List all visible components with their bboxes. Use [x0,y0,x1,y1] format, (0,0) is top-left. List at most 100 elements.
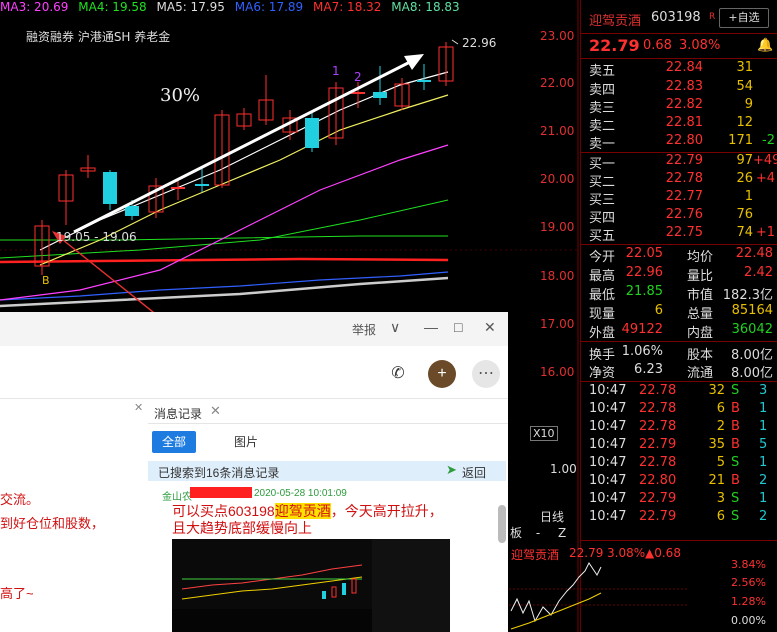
stat-row: 净资 6.23 流通 8.00亿 [589,362,773,381]
volume-scale-button[interactable]: X10 [530,426,558,441]
ma8-label: MA8: 18.83 [391,0,460,14]
gain-annotation: 30% [160,85,201,106]
tick-row: 10:47 22.78 2 B 1 [589,419,768,434]
mini-price: 22.79 [569,546,604,560]
tick-row: 10:47 22.79 6 S 2 [589,509,768,524]
tick-row: 10:47 22.79 35 B 5 [589,437,768,452]
price-tick: 17.00 [540,317,575,331]
tick-row: 10:47 22.78 6 B 1 [589,401,768,416]
tab-message-history[interactable]: 消息记录 [154,405,202,422]
price-tick: 20.00 [540,172,575,186]
stock-name: 迎驾贡酒 [589,14,642,29]
price-tick: 23.00 [540,29,575,43]
buy-mark: B [42,274,50,287]
bell-icon[interactable]: 🔔 [757,38,773,53]
close-icon[interactable]: ✕ [210,403,221,419]
chat-text-line: 到好仓位和股数， [0,516,105,531]
bid-row: 买四 22.76 76 [589,207,753,226]
message-history-pane: 消息记录 ✕ 全部 图片 已搜索到16条消息记录 ➤ 返回 金山农 2020-0… [148,399,508,632]
stat-row: 现量 6 总量 85164 [589,303,773,322]
chevron-down-icon[interactable]: ∨ [390,319,400,336]
bid-row: 买一 22.79 97 +49 [589,153,777,172]
low-range-label: 19.05 - 19.06 [56,230,137,244]
back-arrow-icon[interactable]: ➤ [446,462,457,478]
stock-code: 603198 [651,10,701,25]
chat-toolbar: ✆ + ⋯ [0,346,508,399]
period-daily-label[interactable]: 日线 [540,508,564,525]
sender-name: 金山农 [162,492,192,503]
margin-badge: R [709,12,716,22]
stat-row: 外盘 49122 内盘 36042 [589,322,773,341]
tick-row: 10:47 22.79 3 S 1 [589,491,768,506]
price-tick: 22.00 [540,76,575,90]
message-timestamp: 2020-05-28 10:01:09 [254,488,347,499]
message-text[interactable]: 可以买点603198迎驾贡酒，今天高开拉升，且大趋势底部缓慢向上 [172,503,452,537]
board-button[interactable]: 板 [510,526,522,540]
mini-scale: 0.00% [731,614,766,627]
ma7-label: MA7: 18.32 [313,0,382,14]
wave-mark-1: 1 [332,64,340,78]
ask-row: 卖二 22.81 12 [589,115,753,134]
bid-row: 买三 22.77 1 [589,189,753,208]
price-tick: 18.00 [540,269,575,283]
mini-toolbar: 板 - Z [510,524,566,541]
price-tick: 16.00 [540,365,575,379]
minus-button[interactable]: - [536,526,540,540]
minimize-icon[interactable]: — [424,319,438,335]
stat-row: 最低 21.85 市值 182.3亿 [589,284,773,303]
close-icon[interactable]: ✕ [484,319,496,336]
ma4-label: MA4: 19.58 [78,0,147,14]
price-change: 0.68 [643,38,672,53]
tick-row: 10:47 22.78 32 S 3 [589,383,768,398]
mini-pct: 3.08% [607,546,646,560]
ask-row: 卖四 22.83 54 [589,79,753,98]
mini-stock-name: 迎驾贡酒 [511,548,560,562]
phone-icon[interactable]: ✆ [384,360,412,388]
last-price: 22.79 [589,36,640,55]
bid-row: 买五 22.75 74 +1 [589,225,775,244]
maximize-icon[interactable]: □ [454,319,462,335]
filter-image-button[interactable]: 图片 [234,433,258,450]
add-watchlist-button[interactable]: +自选 [719,8,769,28]
price-change-pct: 3.08% [679,38,721,53]
chat-conversation-pane: ✕ 交流。 到好仓位和股数， 高了~ [0,399,149,632]
ask-row: 卖五 22.84 31 [589,60,753,79]
zoom-button[interactable]: Z [558,526,566,540]
price-tick: 21.00 [540,124,575,138]
wave-mark-2: 2 [354,70,362,84]
bid-row: 买二 22.78 26 +4 [589,171,775,190]
mini-scale: 1.28% [731,595,766,608]
ma6-label: MA6: 17.89 [234,0,304,14]
back-button[interactable]: 返回 [462,464,486,481]
chat-text-line: 高了~ [0,586,34,601]
mini-scale: 3.84% [731,558,766,571]
scrollbar[interactable] [498,505,506,543]
chat-title-bar: 举报 ∨ — □ ✕ [0,312,508,346]
ask-row: 卖三 22.82 9 [589,97,753,116]
mini-change: ▲0.68 [645,546,681,560]
search-result-text: 已搜索到16条消息记录 [158,466,280,480]
tick-row: 10:47 22.78 5 S 1 [589,455,768,470]
chat-text-line: 交流。 [0,492,40,507]
stat-row: 换手 1.06% 股本 8.00亿 [589,344,773,363]
volume-tick: 1.00 [550,462,577,476]
ma5-label: MA5: 17.95 [156,0,225,14]
stat-row: 今开 22.05 均价 22.48 [589,246,773,265]
close-icon[interactable]: ✕ [134,401,143,414]
redaction-bar [190,487,252,498]
mini-scale: 2.56% [731,576,766,589]
message-image-thumbnail[interactable] [172,539,450,632]
ma3-label: MA3: 20.69 [0,0,69,14]
stat-row: 最高 22.96 量比 2.42 [589,265,773,284]
stock-tags: 融资融券 沪港通SH 养老金 [26,30,171,44]
add-member-icon[interactable]: + [428,360,456,388]
report-link[interactable]: 举报 [352,321,376,338]
quote-panel: 迎驾贡酒 603198 R +自选 22.79 0.68 3.08% 🔔 卖五 2… [509,0,777,632]
filter-all-button[interactable]: 全部 [152,431,196,453]
tick-row: 10:47 22.80 21 B 2 [589,473,768,488]
more-icon[interactable]: ⋯ [472,360,500,388]
chat-window: 举报 ∨ — □ ✕ ✆ + ⋯ ✕ 交流。 到好仓位和股数， 高了~ 消息记录… [0,312,508,632]
price-tick: 19.00 [540,220,575,234]
search-result-bar: 已搜索到16条消息记录 ➤ 返回 [148,461,506,481]
ma-legend-bar: MA3: 20.69 MA4: 19.58 MA5: 17.95 MA6: 17… [0,0,578,24]
